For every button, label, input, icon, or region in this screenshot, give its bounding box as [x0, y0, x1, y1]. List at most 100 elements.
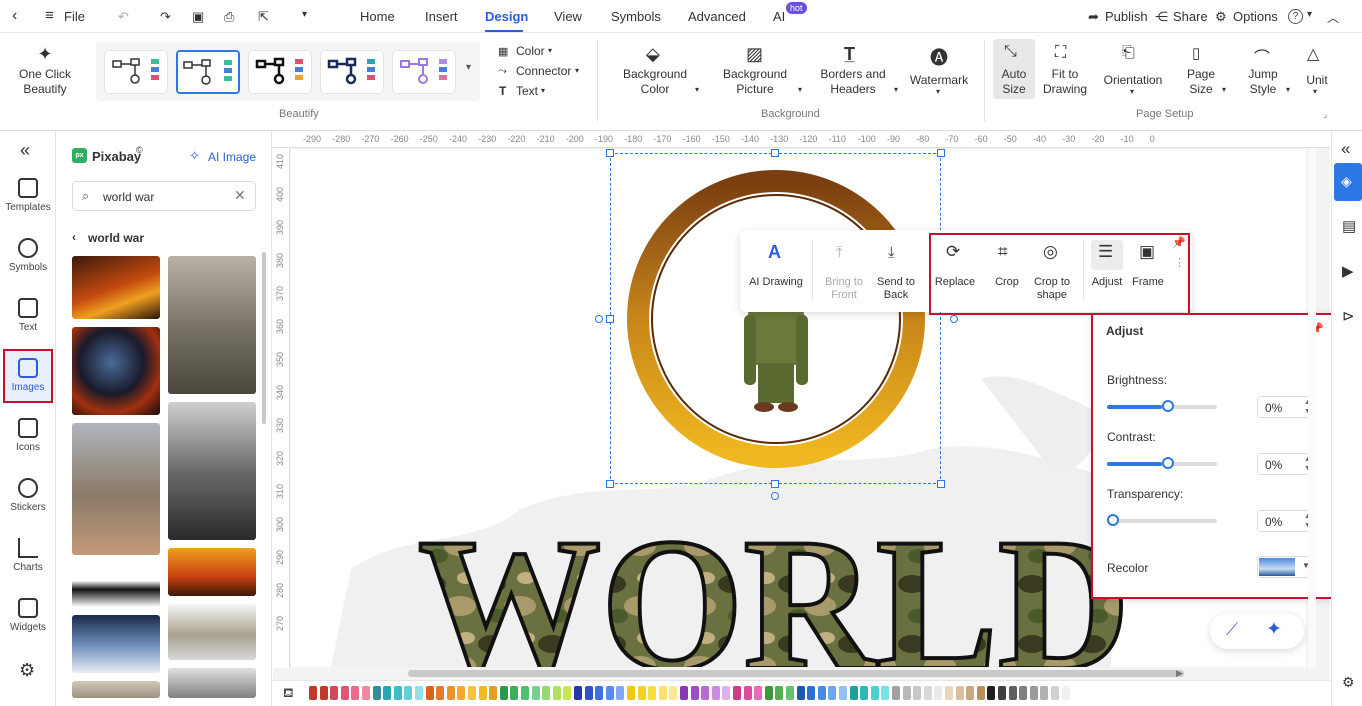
color-swatch[interactable] [446, 686, 455, 700]
contrast-slider[interactable] [1107, 457, 1217, 471]
color-swatch[interactable] [330, 686, 339, 700]
color-swatch[interactable] [764, 686, 773, 700]
contrast-knob[interactable] [1162, 457, 1174, 469]
image-thumb-two-soldiers[interactable] [72, 423, 160, 555]
brightness-value-field[interactable]: 0%▲▼ [1257, 396, 1315, 418]
page-size-button[interactable]: ▯ Page Size ▾ [1182, 42, 1226, 102]
search-input[interactable]: ⌕ world war ✕ [72, 181, 256, 211]
tab-view[interactable]: View [554, 9, 582, 24]
color-swatch[interactable] [521, 686, 529, 700]
ai-wand-icon[interactable]: ⟋ [1226, 620, 1238, 640]
color-swatch[interactable] [457, 686, 466, 700]
tab-design[interactable]: Design [485, 9, 528, 24]
scroll-right-icon[interactable]: ▶ [1176, 668, 1183, 679]
color-swatch[interactable] [881, 686, 890, 700]
settings-gear-icon[interactable]: ⚙ [1342, 674, 1355, 691]
color-swatch[interactable] [531, 686, 540, 700]
color-swatch[interactable] [913, 686, 922, 700]
image-thumb-soldiers-march[interactable] [168, 256, 256, 394]
resize-handle-s[interactable] [771, 480, 779, 488]
ai-sparkle-icon[interactable]: ✦ [1266, 618, 1282, 641]
horizontal-scrollbar-thumb[interactable] [408, 670, 1184, 677]
color-swatch[interactable] [616, 686, 625, 700]
color-swatch[interactable] [733, 686, 741, 700]
tab-ai[interactable]: AI [773, 9, 785, 24]
color-swatch[interactable] [340, 686, 349, 700]
brightness-knob[interactable] [1162, 400, 1174, 412]
unit-button[interactable]: △ Unit ▾ [1300, 42, 1334, 102]
image-thumb-aircraft[interactable] [168, 668, 256, 698]
color-swatch[interactable] [711, 686, 720, 700]
color-swatch[interactable] [860, 686, 869, 700]
recolor-dropdown[interactable]: ▼ [1257, 556, 1315, 578]
resize-handle-ne[interactable] [937, 149, 945, 157]
fill-bucket-icon[interactable]: ⛾ [283, 685, 294, 703]
more-vertical-icon[interactable]: ⋮ [1174, 258, 1185, 269]
connector-chevron-icon[interactable]: ▾ [575, 66, 579, 75]
ai-image-button[interactable]: AI Image [208, 150, 256, 164]
fit-to-drawing-button[interactable]: ⛶ Fit to Drawing [1040, 42, 1090, 102]
theme-option-1[interactable] [104, 50, 168, 94]
color-swatch[interactable] [478, 686, 487, 700]
vertical-scrollbar[interactable] [1308, 148, 1316, 668]
collapse-left-icon[interactable]: « [20, 140, 30, 161]
color-swatch[interactable] [934, 686, 943, 700]
color-swatch[interactable] [870, 686, 879, 700]
color-swatch[interactable] [754, 686, 763, 700]
color-swatch[interactable] [552, 686, 561, 700]
color-swatch[interactable] [436, 686, 445, 700]
gear-icon[interactable]: ⚙ [1215, 9, 1227, 25]
clear-search-icon[interactable]: ✕ [234, 187, 246, 204]
image-thumb-officers[interactable] [168, 402, 256, 540]
connection-point-e[interactable] [950, 315, 958, 323]
crop-to-shape-button[interactable]: ◎ Crop to shape [1028, 240, 1076, 302]
adjust-button[interactable]: ☰ Adjust [1089, 240, 1125, 298]
world-text[interactable]: WORLD [418, 508, 1130, 667]
contrast-value-field[interactable]: 0%▲▼ [1257, 453, 1315, 475]
breadcrumb-back-icon[interactable]: ‹ [72, 230, 76, 244]
export-icon[interactable]: ⇱ [258, 9, 269, 25]
image-thumb-silhouettes[interactable] [72, 563, 160, 607]
rail-item-icons[interactable]: Icons [0, 418, 56, 453]
theme-option-2-selected[interactable] [176, 50, 240, 94]
color-chevron-icon[interactable]: ▾ [548, 46, 552, 55]
pin-icon[interactable]: 📌 [1172, 236, 1186, 249]
theme-option-4[interactable] [320, 50, 384, 94]
color-swatch[interactable] [351, 686, 360, 700]
resize-handle-n[interactable] [771, 149, 779, 157]
send-to-back-button[interactable]: ⤓ Send to Back [870, 240, 922, 302]
color-swatch[interactable] [701, 686, 710, 700]
connection-point-w[interactable] [595, 315, 603, 323]
save-icon[interactable]: ▣ [192, 9, 204, 25]
color-swatch[interactable] [627, 686, 635, 700]
resize-handle-w[interactable] [606, 315, 614, 323]
format-panel-button[interactable]: ◈ [1334, 163, 1362, 201]
color-swatch[interactable] [309, 686, 317, 700]
color-swatch[interactable] [383, 686, 392, 700]
color-swatch[interactable] [1051, 686, 1059, 700]
color-swatch[interactable] [743, 686, 752, 700]
color-swatch[interactable] [1040, 686, 1049, 700]
theme-option-3[interactable] [248, 50, 312, 94]
color-swatch[interactable] [828, 686, 837, 700]
image-thumb-truck[interactable] [168, 604, 256, 660]
page-properties-icon[interactable]: ▤ [1342, 217, 1356, 235]
color-swatch[interactable] [796, 686, 805, 700]
color-swatch[interactable] [902, 686, 911, 700]
rail-item-text[interactable]: Text [0, 298, 56, 333]
options-button[interactable]: Options [1233, 9, 1278, 24]
settings-icon[interactable]: ⚙ [19, 660, 35, 681]
resize-handle-nw[interactable] [606, 149, 614, 157]
tab-advanced[interactable]: Advanced [688, 9, 746, 24]
color-swatch[interactable] [584, 686, 593, 700]
back-icon[interactable]: ‹ [12, 7, 17, 25]
color-swatch[interactable] [1061, 686, 1070, 700]
ai-drawing-button[interactable]: A AI Drawing [744, 240, 808, 298]
rail-item-stickers[interactable]: Stickers [0, 478, 56, 513]
color-swatch[interactable] [849, 686, 858, 700]
text-chevron-icon[interactable]: ▾ [541, 86, 545, 95]
background-color-button[interactable]: ⬙ Background Color ▾ [620, 42, 710, 102]
color-swatch[interactable] [425, 686, 434, 700]
transparency-value-field[interactable]: 0%▲▼ [1257, 510, 1315, 532]
connector-dropdown[interactable]: Connector [516, 64, 571, 79]
